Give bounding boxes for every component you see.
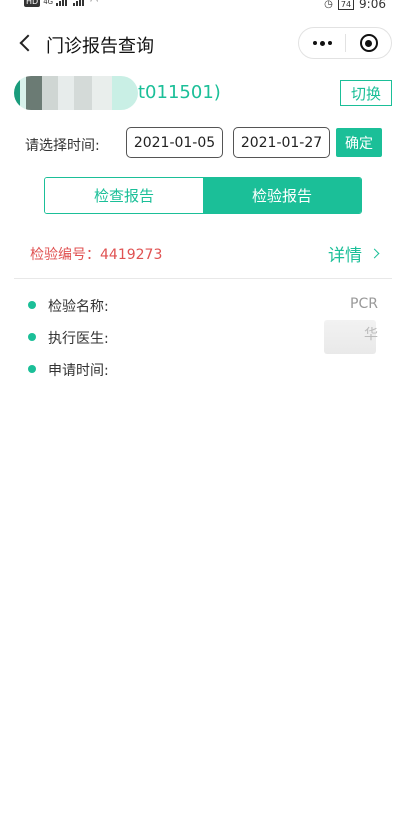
wifi-icon: ◠ bbox=[90, 0, 98, 7]
tab-lab-report[interactable]: 检验报告 bbox=[203, 178, 361, 213]
detail-link[interactable]: 详情 bbox=[328, 241, 380, 266]
status-right: ◷ 74 9:06 bbox=[324, 0, 386, 11]
signal-icon bbox=[56, 0, 70, 6]
back-arrow-icon bbox=[19, 34, 37, 52]
field-value: PCR bbox=[350, 296, 378, 312]
report-number: 检验编号：4419273 bbox=[30, 247, 163, 263]
alarm-icon: ◷ bbox=[324, 0, 333, 10]
end-date-picker[interactable]: 2021-01-27 bbox=[233, 127, 330, 158]
more-dot-icon bbox=[327, 41, 332, 45]
patient-id: t011501) bbox=[138, 82, 221, 103]
field-value: 华 bbox=[364, 327, 378, 343]
page-title: 门诊报告查询 bbox=[46, 36, 154, 57]
field-label: 检验名称: bbox=[48, 299, 109, 315]
date-filter-label: 请选择时间: bbox=[25, 138, 100, 154]
detail-label: 详情 bbox=[328, 246, 362, 266]
date-filter: 请选择时间: 2021-01-05 2021-01-27 确定 bbox=[0, 127, 406, 159]
bullet-icon bbox=[28, 333, 36, 341]
report-header: 检验编号：4419273 详情 bbox=[0, 236, 406, 270]
report-query-page: HD 4G ◠ ◷ 74 9:06 门诊报告查询 t011501) 切换 请选择… bbox=[0, 0, 406, 827]
bullet-icon bbox=[28, 365, 36, 373]
field-doctor: 执行医生: 华 bbox=[28, 320, 378, 354]
tab-exam-report[interactable]: 检查报告 bbox=[45, 178, 203, 213]
field-test-name: 检验名称: PCR bbox=[28, 294, 378, 316]
status-left: HD 4G ◠ bbox=[24, 0, 98, 7]
field-label: 执行医生: bbox=[48, 331, 109, 347]
patient-row: t011501) 切换 bbox=[14, 74, 392, 112]
nav-bar: 门诊报告查询 bbox=[0, 24, 406, 64]
network-label: 4G bbox=[43, 0, 54, 6]
battery-icon: 74 bbox=[337, 0, 355, 10]
chevron-right-icon bbox=[369, 248, 380, 259]
more-button[interactable] bbox=[299, 28, 345, 58]
more-dot-icon bbox=[312, 41, 317, 45]
confirm-button[interactable]: 确定 bbox=[336, 128, 382, 157]
field-label: 申请时间: bbox=[48, 363, 109, 379]
divider bbox=[14, 278, 392, 279]
switch-patient-button[interactable]: 切换 bbox=[340, 80, 392, 106]
mini-program-capsule bbox=[298, 27, 392, 59]
more-dot-icon bbox=[319, 40, 325, 46]
back-button[interactable] bbox=[14, 30, 37, 56]
status-bar: HD 4G ◠ ◷ 74 9:06 bbox=[0, 0, 406, 14]
close-mini-program-button[interactable] bbox=[346, 28, 391, 58]
clock-time: 9:06 bbox=[359, 0, 386, 11]
patient-name-redacted bbox=[14, 76, 138, 110]
report-type-tabs: 检查报告 检验报告 bbox=[44, 177, 362, 214]
signal-icon-2 bbox=[73, 0, 87, 6]
hd-badge: HD bbox=[24, 0, 41, 7]
ring-dot bbox=[365, 39, 372, 47]
start-date-picker[interactable]: 2021-01-05 bbox=[126, 127, 223, 158]
target-close-icon bbox=[359, 34, 378, 52]
bullet-icon bbox=[28, 301, 36, 309]
field-request-time: 申请时间: bbox=[28, 358, 378, 380]
